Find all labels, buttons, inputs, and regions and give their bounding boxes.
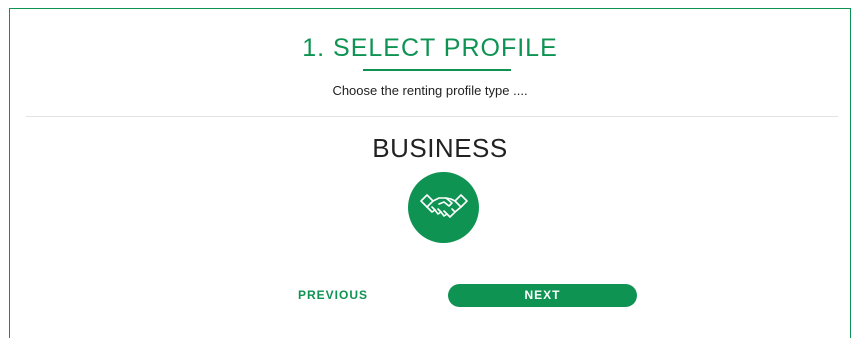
handshake-icon[interactable] [408,172,479,243]
profile-selection-panel: 1. SELECT PROFILE Choose the renting pro… [9,8,851,338]
next-button[interactable]: NEXT [448,284,637,307]
profile-label: BUSINESS [372,133,508,163]
section-divider [26,116,838,117]
profile-option-business[interactable]: BUSINESS [340,127,540,245]
previous-button[interactable]: PREVIOUS [278,284,388,306]
title-underline [363,69,511,71]
step-title: 1. SELECT PROFILE [302,34,558,62]
step-subtitle: Choose the renting profile type .... [332,83,528,98]
